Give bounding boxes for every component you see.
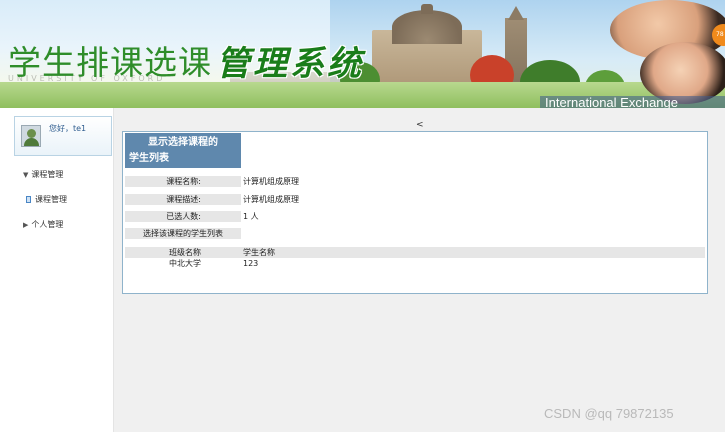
field-course-name: 课程名称: 计算机组成原理 (125, 176, 705, 187)
field-value: 1 人 (243, 212, 259, 221)
banner-exchange-text: International Exchange (545, 95, 678, 109)
sidebar-item-personal-management[interactable]: ▶ 个人管理 (23, 219, 63, 230)
field-value: 计算机组成原理 (243, 177, 299, 186)
panel-title-line1: 显示选择课程的 (148, 137, 218, 148)
banner-dome-image (392, 10, 462, 44)
field-value: 计算机组成原理 (243, 195, 299, 204)
sidebar: 您好，te1 ▼ 课程管理 课程管理 ▶ 个人管理 (0, 108, 114, 432)
course-students-panel: 显示选择课程的 学生列表 课程名称: 计算机组成原理 课程描述: 计算机组成原理… (122, 131, 708, 294)
field-label: 课程描述: (125, 194, 241, 205)
header-banner: 78 UNIVERSITY OF OXFORD 学生排课选课 管理系统 Inte… (0, 0, 725, 108)
user-info-box: 您好，te1 (14, 116, 112, 156)
avatar (21, 125, 41, 147)
main-content: < 显示选择课程的 学生列表 课程名称: 计算机组成原理 课程描述: 计算机组成… (114, 108, 725, 432)
triangle-right-icon: ▶ (23, 220, 29, 229)
banner-dome-top (421, 4, 433, 14)
app-title-primary: 学生排课选课 (8, 43, 212, 82)
field-student-list-label: 选择该课程的学生列表 (125, 228, 705, 239)
table-row: 中北大学 123 (125, 258, 705, 269)
field-label: 选择该课程的学生列表 (125, 228, 241, 239)
sidebar-item-course-management[interactable]: ▼ 课程管理 (23, 169, 63, 180)
field-course-description: 课程描述: 计算机组成原理 (125, 194, 705, 205)
document-icon (26, 196, 31, 203)
field-label: 已选人数: (125, 211, 241, 222)
cell-student-name: 123 (243, 259, 259, 268)
student-table-header: 班级名称 学生名称 (125, 247, 705, 258)
watermark: CSDN @qq 79872135 (544, 406, 674, 421)
column-header-student: 学生名称 (243, 248, 275, 257)
app-title-secondary: 管理系统 (216, 43, 364, 84)
sidebar-item-label: 课程管理 (35, 195, 67, 204)
user-greeting: 您好，te1 (49, 124, 87, 133)
field-label: 课程名称: (125, 176, 241, 187)
app-title: 学生排课选课 管理系统 (8, 40, 364, 84)
sidebar-item-label: 课程管理 (31, 170, 64, 179)
panel-title: 显示选择课程的 学生列表 (125, 133, 241, 168)
field-selected-count: 已选人数: 1 人 (125, 211, 705, 222)
panel-title-line2: 学生列表 (129, 153, 169, 164)
sidebar-item-course-management-sub[interactable]: 课程管理 (26, 194, 67, 205)
back-link[interactable]: < (416, 120, 424, 130)
column-header-class: 班级名称 (169, 248, 201, 257)
cell-class-name: 中北大学 (169, 259, 201, 268)
triangle-down-icon: ▼ (23, 170, 29, 179)
sidebar-item-label: 个人管理 (31, 220, 64, 229)
